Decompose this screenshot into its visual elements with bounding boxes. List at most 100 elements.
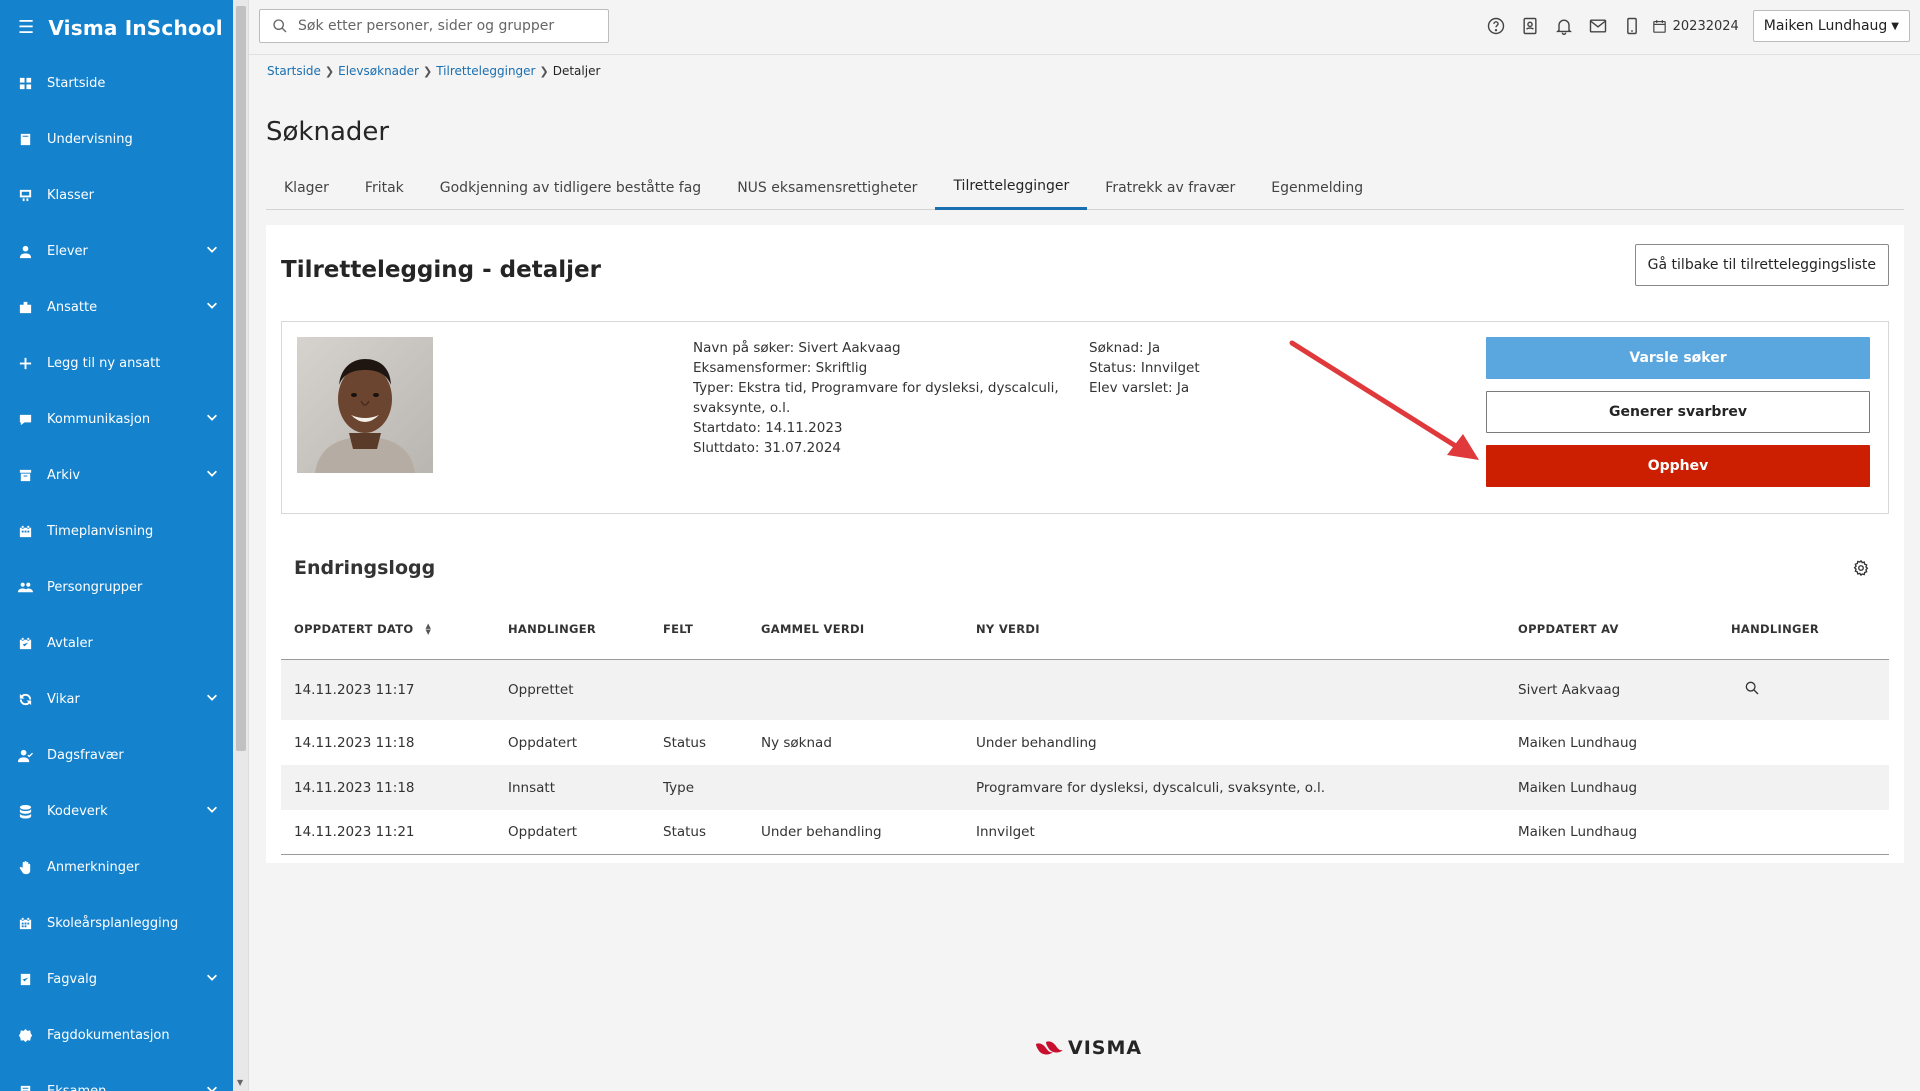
- sidebar-item-startside[interactable]: Startside: [0, 55, 233, 111]
- exam-icon: [17, 1083, 33, 1091]
- breadcrumb-current: Detaljer: [552, 64, 601, 78]
- sidebar-item-elever[interactable]: Elever: [0, 223, 233, 279]
- annotation-arrow-icon: [1289, 340, 1479, 460]
- scroll-down-icon[interactable]: ▼: [237, 1078, 243, 1087]
- sidebar-item-anmerkninger[interactable]: Anmerkninger: [0, 839, 233, 895]
- chevron-down-icon[interactable]: [205, 242, 219, 260]
- student-icon: [17, 243, 33, 259]
- sidebar-item-label: Fagdokumentasjon: [47, 1027, 170, 1043]
- tab-fritak[interactable]: Fritak: [347, 165, 422, 210]
- visma-logo: VISMA: [1034, 1037, 1142, 1059]
- notify-applicant-button[interactable]: Varsle søker: [1486, 337, 1870, 379]
- menu-icon[interactable]: ☰: [18, 17, 34, 38]
- chevron-down-icon[interactable]: [205, 298, 219, 316]
- detail-application: Søknad: Ja: [1089, 340, 1161, 356]
- sidebar-item-kommunikasjon[interactable]: Kommunikasjon: [0, 391, 233, 447]
- breadcrumb-tilrettelegginger[interactable]: Tilrettelegginger: [436, 64, 535, 78]
- sidebar-item-persongrupper[interactable]: Persongrupper: [0, 559, 233, 615]
- tab-godkjenning-av-tidligere-beståtte-fag[interactable]: Godkjenning av tidligere beståtte fag: [422, 165, 719, 210]
- generate-response-letter-button[interactable]: Generer svarbrev: [1486, 391, 1870, 433]
- back-to-list-button[interactable]: Gå tilbake til tilretteleggingsliste: [1634, 244, 1889, 286]
- sidebar-item-fagdokumentasjon[interactable]: Fagdokumentasjon: [0, 1007, 233, 1063]
- user-menu-button[interactable]: Maiken Lundhaug ▼: [1752, 10, 1910, 42]
- table-row: 14.11.2023 11:21 Oppdatert Status Under beh…: [281, 810, 1889, 855]
- mail-icon[interactable]: [1581, 9, 1615, 43]
- calendar-check-icon: [17, 635, 33, 651]
- board-icon: [17, 187, 33, 203]
- sidebar-item-arkiv[interactable]: Arkiv: [0, 447, 233, 503]
- tab-klager[interactable]: Klager: [266, 165, 347, 210]
- book-check-icon: [17, 971, 33, 987]
- table-row: 14.11.2023 11:17 Opprettet Sivert Aakvaag: [281, 660, 1889, 720]
- mobile-icon[interactable]: [1615, 9, 1649, 43]
- cell-action: Oppdatert: [508, 734, 578, 751]
- sidebar-scrollbar[interactable]: ▼: [233, 0, 249, 1091]
- visma-logo-text: VISMA: [1068, 1037, 1143, 1059]
- calendar-grid-icon: [17, 915, 33, 931]
- top-bar: 20232024 Maiken Lundhaug ▼: [249, 0, 1920, 55]
- search-box[interactable]: [259, 9, 609, 43]
- chevron-down-icon[interactable]: [205, 690, 219, 708]
- sidebar-item-klasser[interactable]: Klasser: [0, 167, 233, 223]
- sidebar-item-timeplanvisning[interactable]: Timeplanvisning: [0, 503, 233, 559]
- sidebar-item-label: Arkiv: [47, 467, 81, 483]
- chevron-down-icon[interactable]: [205, 410, 219, 428]
- tab-egenmelding[interactable]: Egenmelding: [1253, 165, 1381, 210]
- cell-updated-by: Sivert Aakvaag: [1518, 682, 1621, 698]
- cell-field: Type: [663, 779, 695, 796]
- breadcrumb-elevsoknader[interactable]: Elevsøknader: [338, 64, 419, 78]
- column-header-row-actions: HANDLINGER: [1731, 622, 1820, 636]
- sidebar-item-label: Startside: [47, 75, 106, 91]
- sidebar-item-label: Timeplanvisning: [47, 523, 154, 539]
- sidebar-item-label: Kommunikasjon: [47, 411, 151, 427]
- sidebar-item-eksamen[interactable]: Eksamen: [0, 1063, 233, 1091]
- tab-nus-eksamensrettigheter[interactable]: NUS eksamensrettigheter: [719, 165, 935, 210]
- sidebar-item-avtaler[interactable]: Avtaler: [0, 615, 233, 671]
- sort-icon[interactable]: ▲ ▼: [425, 623, 431, 636]
- sidebar-item-label: Legg til ny ansatt: [47, 355, 161, 371]
- contacts-icon[interactable]: [1513, 9, 1547, 43]
- tab-fratrekk-av-fravær[interactable]: Fratrekk av fravær: [1087, 165, 1253, 210]
- detail-applicant-name: Navn på søker: Sivert Aakvaag: [693, 340, 901, 356]
- detail-exam-forms: Eksamensformer: Skriftlig: [693, 360, 868, 376]
- top-icons: 20232024 Maiken Lundhaug ▼: [1479, 9, 1910, 43]
- detail-student-notified: Elev varslet: Ja: [1089, 380, 1190, 396]
- gear-icon[interactable]: [1852, 559, 1870, 577]
- scrollbar-thumb[interactable]: [236, 6, 246, 751]
- sidebar-item-dagsfravær[interactable]: Dagsfravær: [0, 727, 233, 783]
- badge-icon: [17, 1027, 33, 1043]
- search-input[interactable]: [298, 18, 588, 34]
- chevron-down-icon[interactable]: [205, 1082, 219, 1091]
- chevron-down-icon[interactable]: [205, 970, 219, 988]
- cell-updated-by: Maiken Lundhaug: [1518, 779, 1638, 796]
- sidebar-item-undervisning[interactable]: Undervisning: [0, 111, 233, 167]
- app-brand[interactable]: ☰ Visma InSchool: [0, 0, 233, 55]
- cell-date: 14.11.2023 11:18: [294, 734, 415, 751]
- details-column-status: Søknad: Ja Status: Innvilget Elev varsle…: [1089, 338, 1200, 398]
- chevron-down-icon[interactable]: [205, 466, 219, 484]
- sidebar-item-label: Skoleårsplanlegging: [47, 915, 179, 931]
- calendar-icon[interactable]: [1649, 9, 1671, 43]
- cell-action: Opprettet: [508, 682, 574, 698]
- bell-icon[interactable]: [1547, 9, 1581, 43]
- revoke-button[interactable]: Opphev: [1486, 445, 1870, 487]
- sidebar-item-vikar[interactable]: Vikar: [0, 671, 233, 727]
- tab-tilrettelegginger[interactable]: Tilrettelegginger: [935, 165, 1088, 210]
- table-row: 14.11.2023 11:18 Innsatt Type Programvare f…: [281, 765, 1889, 810]
- sidebar-item-skoleårsplanlegging[interactable]: Skoleårsplanlegging: [0, 895, 233, 951]
- chevron-down-icon[interactable]: [205, 802, 219, 820]
- magnifier-icon[interactable]: [1744, 680, 1760, 696]
- column-header-date[interactable]: OPPDATERT DATO ▲ ▼: [281, 622, 508, 636]
- breadcrumb-startside[interactable]: Startside: [267, 64, 321, 78]
- sidebar-item-label: Vikar: [47, 691, 80, 707]
- user-name: Maiken Lundhaug: [1763, 18, 1888, 34]
- sidebar-item-ansatte[interactable]: Ansatte: [0, 279, 233, 335]
- help-icon[interactable]: [1479, 9, 1513, 43]
- sidebar-item-legg-til-ny-ansatt[interactable]: Legg til ny ansatt: [0, 335, 233, 391]
- sidebar-item-kodeverk[interactable]: Kodeverk: [0, 783, 233, 839]
- detail-end-date: Sluttdato: 31.07.2024: [693, 440, 841, 456]
- sidebar-item-label: Elever: [47, 243, 88, 259]
- school-year[interactable]: 20232024: [1673, 19, 1739, 34]
- user-check-icon: [17, 747, 33, 763]
- sidebar-item-fagvalg[interactable]: Fagvalg: [0, 951, 233, 1007]
